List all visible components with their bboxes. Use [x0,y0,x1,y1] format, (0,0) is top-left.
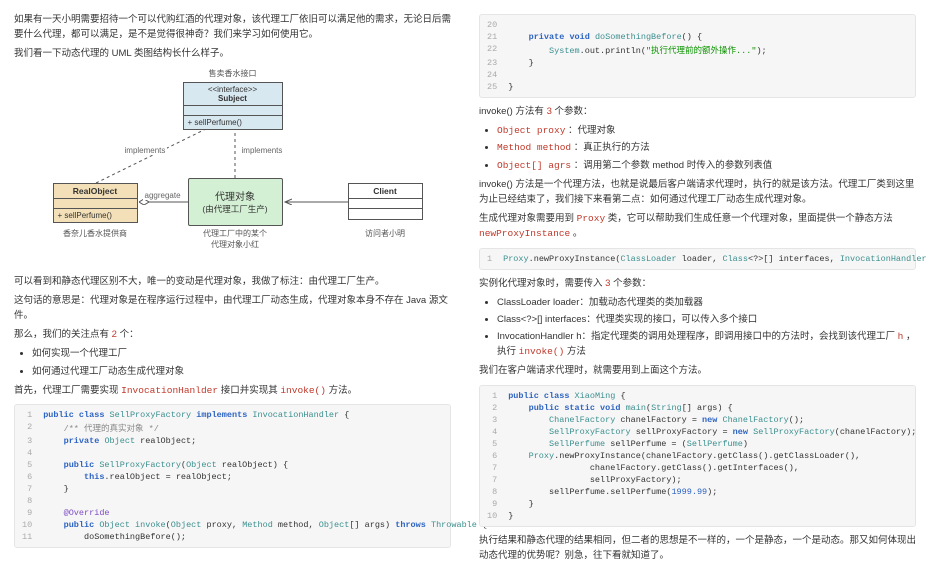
para-client-call: 我们在客户端请求代理时，就需要用到上面这个方法。 [479,363,916,378]
list-item: Object[] agrs ：调用第二个参数 method 时传入的参数列表值 [497,158,916,173]
proxy-caption1: 代理工厂中的某个 [188,228,283,239]
left-column: 如果有一天小明需要招待一个可以代购红酒的代理对象，该代理工厂依旧可以满足他的需求… [0,0,465,540]
client-name: Client [349,184,422,199]
label-implements-left: implements [123,146,168,155]
para-meaning: 这句话的意思是：代理对象是在程序运行过程中，由代理工厂动态生成，代理对象本身不存… [14,293,451,323]
realobject-name: RealObject [54,184,137,199]
para-conclusion: 执行结果和静态代理的结果相同，但二者的思想是不一样的，一个是静态，一个是动态。那… [479,533,916,563]
invoke-param-list: Object proxy ：代理对象 Method method ：真正执行的方… [497,123,916,173]
realobject-method: + sellPerfume() [54,209,137,222]
proxy-line2: (由代理工厂生产) [189,203,282,215]
list-item: Object proxy ：代理对象 [497,123,916,138]
code-sellproxyfactory: 1public class SellProxyFactory implement… [14,404,451,548]
proxy-box: 代理对象 (由代理工厂生产) [188,178,283,226]
label-aggregate: aggregate [143,191,183,200]
focus-list: 如何实现一个代理工厂 如何通过代理工厂动态生成代理对象 [32,346,451,378]
subject-box: <<interface>> Subject + sellPerfume() [183,82,283,130]
client-box: Client [348,183,423,220]
proxy-line1: 代理对象 [189,188,282,203]
subject-name: Subject [188,94,278,103]
instantiate-param-list: ClassLoader loader：加载动态代理类的类加载器 Class<?>… [497,295,916,360]
list-item: ClassLoader loader：加载动态代理类的类加载器 [497,295,916,310]
list-item: Method method ：真正执行的方法 [497,140,916,155]
para-after-uml: 可以看到和静态代理区别不大，唯一的变动是代理对象，我做了标注：由代理工厂生产。 [14,274,451,289]
subject-stereo: <<interface>> [188,85,278,94]
list-item: 如何实现一个代理工厂 [32,346,451,361]
page: 如果有一天小明需要招待一个可以代购红酒的代理对象，该代理工厂依旧可以满足他的需求… [0,0,930,540]
client-caption: 访问者小明 [348,228,423,239]
proxy-caption2: 代理对象小红 [188,239,283,250]
intro-paragraph-1: 如果有一天小明需要招待一个可以代购红酒的代理对象，该代理工厂依旧可以满足他的需求… [14,12,451,42]
realobject-box: RealObject + sellPerfume() [53,183,138,223]
subject-method: + sellPerfume() [184,116,282,129]
label-implements-right: implements [240,146,285,155]
para-invocation: 首先，代理工厂需要实现 InvocationHanlder 接口并实现其 inv… [14,383,451,398]
right-column: 2021 private void doSomethingBefore() {2… [465,0,930,540]
code-xiaoming-main: 1public class XiaoMing {2 public static … [479,385,916,527]
para-instantiate: 实例化代理对象时，需要传入 3 个参数： [479,276,916,291]
subject-title: 售卖香水接口 [183,68,283,79]
list-item: Class<?>[] interfaces：代理类实现的接口，可以传入多个接口 [497,312,916,327]
code-dosomethingbefore: 2021 private void doSomethingBefore() {2… [479,14,916,98]
para-invoke-params: invoke() 方法有 3 个参数： [479,104,916,119]
realobject-caption: 香奈儿香水提供商 [53,228,138,239]
para-focus: 那么，我们的关注点有 2 个： [14,327,451,342]
intro-paragraph-2: 我们看一下动态代理的 UML 类图结构长什么样子。 [14,46,451,61]
uml-diagram: 售卖香水接口 <<interface>> Subject + sellPerfu… [28,68,438,268]
para-proxy-class: 生成代理对象需要用到 Proxy 类，它可以帮助我们生成任意一个代理对象，里面提… [479,211,916,241]
code-newproxyinstance: 1Proxy.newProxyInstance(ClassLoader load… [479,248,916,270]
list-item: 如何通过代理工厂动态生成代理对象 [32,364,451,379]
list-item: InvocationHandler h：指定代理类的调用处理程序，即调用接口中的… [497,329,916,359]
para-invoke-explain: invoke() 方法是一个代理方法，也就是说最后客户端请求代理时，执行的就是该… [479,177,916,207]
